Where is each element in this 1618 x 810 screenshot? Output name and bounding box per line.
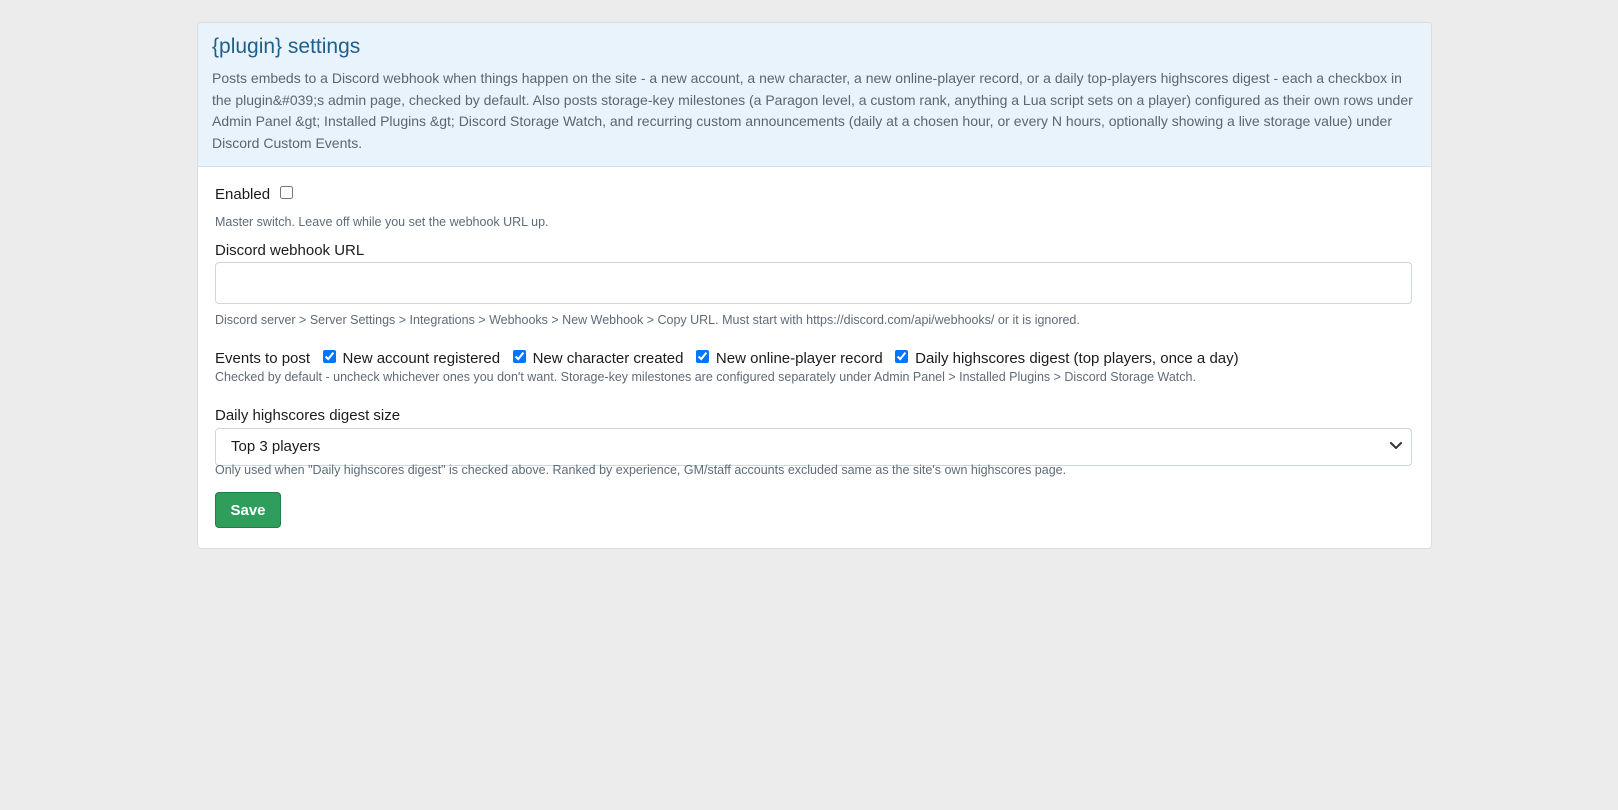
- enabled-row: Enabled: [215, 186, 293, 204]
- event-new-character: New character created: [512, 350, 684, 368]
- event-new-account-checkbox[interactable]: [322, 350, 336, 364]
- webhook-url-help: Discord server > Server Settings > Integ…: [215, 313, 1080, 327]
- enabled-help: Master switch. Leave off while you set t…: [215, 215, 549, 229]
- chevron-down-icon: [1390, 442, 1402, 449]
- events-help: Checked by default - uncheck whichever o…: [215, 370, 1196, 384]
- event-highscores-digest-checkbox[interactable]: [895, 350, 909, 364]
- enabled-label: Enabled: [215, 186, 271, 203]
- event-new-account-label: New account registered: [342, 350, 501, 367]
- webhook-url-input[interactable]: [215, 262, 1412, 304]
- page-title: {plugin} settings: [212, 35, 361, 58]
- digest-size-select[interactable]: Top 3 players: [215, 428, 1412, 466]
- event-online-record-label: New online-player record: [715, 350, 883, 367]
- digest-size-selected: Top 3 players: [231, 438, 321, 455]
- plugin-settings-card: {plugin} settings Posts embeds to a Disc…: [197, 22, 1432, 549]
- digest-size-help: Only used when "Daily highscores digest"…: [215, 463, 1067, 477]
- events-row: Events to post New account registered Ne…: [215, 350, 1239, 368]
- enabled-checkbox[interactable]: [279, 186, 293, 200]
- webhook-url-label: Discord webhook URL: [215, 242, 365, 259]
- plugin-description: Posts embeds to a Discord webhook when t…: [212, 70, 1413, 151]
- event-new-character-checkbox[interactable]: [512, 350, 526, 364]
- event-online-record: New online-player record: [695, 350, 883, 368]
- digest-size-label: Daily highscores digest size: [215, 407, 401, 424]
- event-highscores-digest: Daily highscores digest (top players, on…: [895, 350, 1239, 368]
- events-label: Events to post: [215, 350, 311, 367]
- event-online-record-checkbox[interactable]: [695, 350, 709, 364]
- save-button[interactable]: Save: [215, 492, 281, 528]
- event-new-character-label: New character created: [532, 350, 684, 367]
- event-new-account: New account registered: [322, 350, 501, 368]
- top-strip: [198, 0, 618, 2]
- card-header: {plugin} settings Posts embeds to a Disc…: [198, 23, 1431, 167]
- event-highscores-digest-label: Daily highscores digest (top players, on…: [915, 350, 1239, 367]
